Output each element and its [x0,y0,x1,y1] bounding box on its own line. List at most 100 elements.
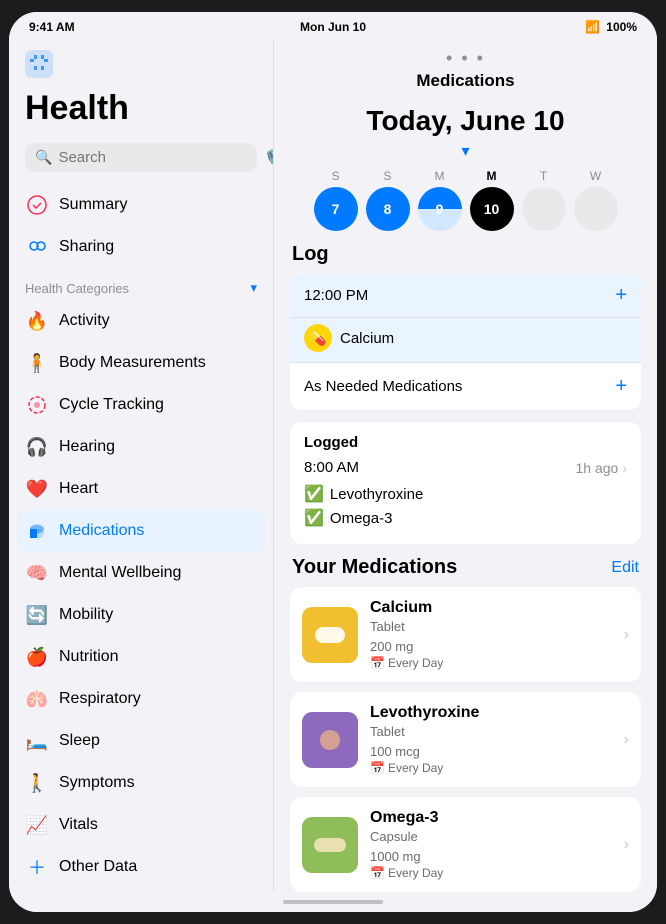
vitals-icon: 📈 [25,813,49,837]
search-icon: 🔍 [35,149,52,166]
heart-label: Heart [59,480,98,498]
sidebar-item-symptoms[interactable]: 🚶 Symptoms [9,762,273,804]
logged-label: Logged [304,434,627,451]
log-time-row: 12:00 PM + [290,274,641,318]
bottom-bar [9,892,657,912]
sidebar-item-mental-wellbeing[interactable]: 🧠 Mental Wellbeing [9,552,273,594]
day-num-s7: 7 [332,201,340,217]
logged-ago: 1h ago [576,460,619,476]
status-right: 📶 100% [585,20,637,34]
omega3-pill-shape [314,838,346,852]
symptoms-icon: 🚶 [25,771,49,795]
levothyroxine-info: Levothyroxine Tablet 100 mcg 📅 Every Day [370,704,612,775]
day-circle-t10: 10 [470,187,514,231]
edit-button[interactable]: Edit [611,559,639,577]
logged-med-levothyroxine: ✅ Levothyroxine [304,484,627,504]
log-calcium-row[interactable]: 💊 Calcium [290,318,641,362]
day-circle-t11 [522,187,566,231]
vitals-label: Vitals [59,816,98,834]
date-indicator: ▾ [274,141,657,161]
levothyroxine-thumbnail [302,712,358,768]
day-item-m9[interactable]: M 9 [418,169,462,231]
as-needed-label: As Needed Medications [304,378,462,395]
panel-header: • • • Medications [274,38,657,97]
sidebar-item-nutrition[interactable]: 🍎 Nutrition [9,636,273,678]
check-icon-levothyroxine: ✅ [304,484,324,504]
device-frame: 9:41 AM Mon Jun 10 📶 100% Health 🔍 [9,12,657,912]
day-item-s8[interactable]: S 8 [366,169,410,231]
health-categories-chevron[interactable]: ▾ [250,280,257,296]
wifi-icon: 📶 [585,20,600,34]
med-card-calcium[interactable]: Calcium Tablet 200 mg 📅 Every Day › [290,587,641,682]
main-content: Health 🔍 🎙️ Summary [9,38,657,892]
day-letter-w12: W [590,169,601,183]
day-item-t10[interactable]: M 10 [470,169,514,231]
mic-icon[interactable]: 🎙️ [263,149,274,166]
sidebar-item-activity[interactable]: 🔥 Activity [9,300,273,342]
summary-label: Summary [59,196,127,214]
calcium-card-type: Tablet 200 mg [370,617,612,656]
logged-ago-container[interactable]: 1h ago › [576,460,628,476]
sidebar-item-other-data[interactable]: ＋ Other Data [9,846,273,888]
sidebar-header: Health [9,38,273,135]
day-item-t11[interactable]: T [522,169,566,231]
med-card-levothyroxine[interactable]: Levothyroxine Tablet 100 mcg 📅 Every Day… [290,692,641,787]
health-categories-header: Health Categories ▾ [9,268,273,300]
cycle-tracking-icon [25,393,49,417]
mobility-icon: 🔄 [25,603,49,627]
summary-icon [25,193,49,217]
activity-icon: 🔥 [25,309,49,333]
mental-wellbeing-icon: 🧠 [25,561,49,585]
battery: 100% [606,20,637,34]
as-needed-row: As Needed Medications + [290,363,641,410]
logged-time: 8:00 AM [304,459,359,476]
logged-header-row: 8:00 AM 1h ago › [304,459,627,476]
body-measurements-icon: 🧍 [25,351,49,375]
sidebar-item-summary[interactable]: Summary [9,184,273,226]
your-medications-title: Your Medications [292,556,457,579]
health-app-icon [25,50,257,84]
check-icon-omega3: ✅ [304,508,324,528]
sidebar-item-hearing[interactable]: 🎧 Hearing [9,426,273,468]
logged-card: Logged 8:00 AM 1h ago › ✅ Levothyroxine … [290,422,641,544]
sidebar-item-body-measurements[interactable]: 🧍 Body Measurements [9,342,273,384]
sidebar-item-sharing[interactable]: Sharing [9,226,273,268]
log-add-button[interactable]: + [615,284,627,307]
activity-label: Activity [59,312,110,330]
sidebar-item-mobility[interactable]: 🔄 Mobility [9,594,273,636]
sidebar: Health 🔍 🎙️ Summary [9,38,274,892]
day-letter-s8: S [383,169,391,183]
levothyroxine-card-type: Tablet 100 mcg [370,722,612,761]
med-card-omega3[interactable]: Omega-3 Capsule 1000 mg 📅 Every Day › [290,797,641,892]
dots-menu[interactable]: • • • [294,48,637,69]
nutrition-icon: 🍎 [25,645,49,669]
omega3-thumbnail [302,817,358,873]
body-measurements-label: Body Measurements [59,354,206,372]
sidebar-item-medications[interactable]: Medications [17,510,265,552]
hearing-icon: 🎧 [25,435,49,459]
day-circle-w12 [574,187,618,231]
sidebar-item-cycle-tracking[interactable]: Cycle Tracking [9,384,273,426]
day-item-w12[interactable]: W [574,169,618,231]
calcium-name: Calcium [340,330,394,347]
sidebar-item-vitals[interactable]: 📈 Vitals [9,804,273,846]
day-circle-s8: 8 [366,187,410,231]
search-bar[interactable]: 🔍 🎙️ [25,143,257,172]
day-item-s7[interactable]: S 7 [314,169,358,231]
search-input[interactable] [58,149,257,166]
levothyroxine-pill-shape [320,730,340,750]
day-num-s8: 8 [384,201,392,217]
health-categories-label: Health Categories [25,281,129,296]
as-needed-add-button[interactable]: + [615,375,627,398]
day-circle-m9: 9 [418,187,462,231]
day-num-m9: 9 [436,201,444,217]
sidebar-item-heart[interactable]: ❤️ Heart [9,468,273,510]
day-letter-s7: S [331,169,339,183]
calcium-card-name: Calcium [370,599,612,617]
mental-wellbeing-label: Mental Wellbeing [59,564,181,582]
your-meds-header: Your Medications Edit [290,556,641,579]
heart-icon: ❤️ [25,477,49,501]
sidebar-item-respiratory[interactable]: 🫁 Respiratory [9,678,273,720]
sidebar-item-sleep[interactable]: 🛏️ Sleep [9,720,273,762]
status-time: 9:41 AM [29,20,75,34]
